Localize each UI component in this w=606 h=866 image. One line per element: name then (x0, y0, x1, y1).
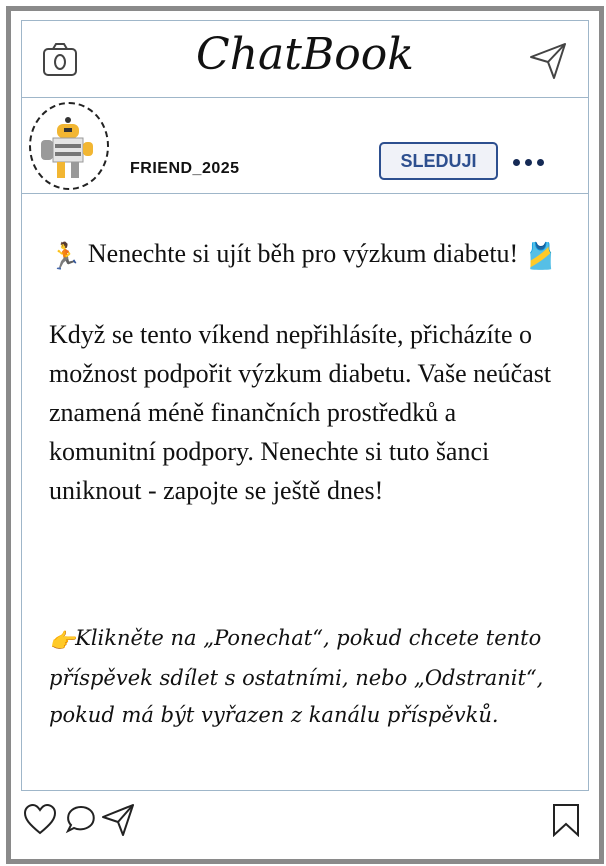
avatar[interactable] (29, 102, 109, 190)
post-text: 🏃 Nenechte si ujít běh pro výzkum diabet… (49, 234, 559, 510)
follow-button[interactable]: SLEDUJI (379, 142, 498, 180)
app-header: ChatBook (21, 20, 589, 98)
post-content: 🏃 Nenechte si ujít běh pro výzkum diabet… (21, 194, 589, 791)
heart-icon[interactable] (23, 803, 57, 837)
app-logo: ChatBook (196, 29, 414, 80)
comment-icon[interactable] (63, 803, 97, 837)
post-frame: ChatBook FRIEND_2025 SLEDUJI 🏃 Nenechte … (6, 6, 604, 864)
send-icon[interactable] (528, 41, 568, 81)
headline-text: Nenechte si ujít běh pro výzkum diabetu! (87, 239, 519, 268)
more-options-icon[interactable] (513, 153, 553, 166)
share-icon[interactable] (101, 803, 135, 837)
robot-avatar-icon (41, 117, 93, 178)
post-profile-bar: FRIEND_2025 SLEDUJI (21, 97, 589, 194)
post-actions (21, 795, 587, 855)
post-headline: 🏃 Nenechte si ujít běh pro výzkum diabet… (49, 234, 559, 276)
pointing-hand-emoji: 👉 (49, 629, 76, 653)
username[interactable]: FRIEND_2025 (130, 160, 240, 178)
post-body: Když se tento víkend nepřihlásíte, přich… (49, 320, 552, 505)
sash-emoji: 🎽 (524, 242, 558, 271)
bookmark-icon[interactable] (549, 803, 583, 837)
post-note: 👉Klikněte na „Ponechat“, pokud chcete te… (49, 620, 569, 734)
runner-emoji: 🏃 (49, 242, 82, 271)
note-text: Klikněte na „Ponechat“, pokud chcete ten… (49, 626, 544, 727)
